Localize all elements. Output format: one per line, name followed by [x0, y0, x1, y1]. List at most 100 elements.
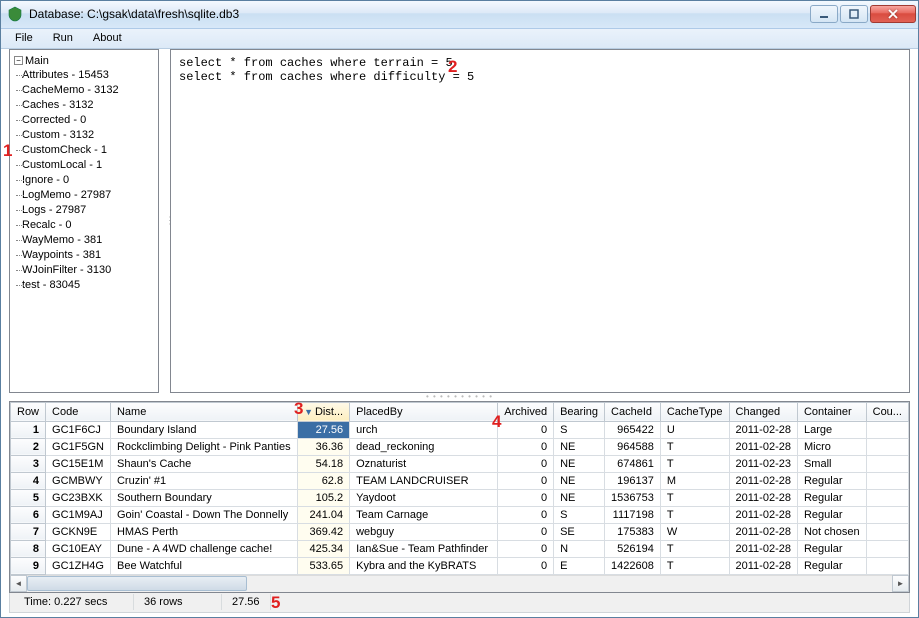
cell[interactable]: T	[660, 489, 729, 506]
cell[interactable]: 0	[498, 421, 554, 438]
cell[interactable]: Shaun's Cache	[110, 455, 297, 472]
cell[interactable]: GC1F5GN	[46, 438, 111, 455]
cell[interactable]: Team Carnage	[350, 506, 498, 523]
titlebar[interactable]: Database: C:\gsak\data\fresh\sqlite.db3	[1, 1, 918, 29]
tree-item[interactable]: CustomCheck - 1	[18, 143, 156, 158]
cell[interactable]: 3	[11, 455, 46, 472]
cell[interactable]	[866, 455, 908, 472]
cell[interactable]: Goin' Coastal - Down The Donnelly	[110, 506, 297, 523]
cell[interactable]: S	[554, 421, 605, 438]
cell[interactable]: 965422	[605, 421, 661, 438]
cell[interactable]: 964588	[605, 438, 661, 455]
cell[interactable]: 2011-02-28	[729, 506, 797, 523]
cell[interactable]: 36.36	[298, 438, 350, 455]
cell[interactable]: 0	[498, 489, 554, 506]
horizontal-scrollbar[interactable]: ◄ ►	[10, 575, 909, 592]
col-changed[interactable]: Changed	[729, 402, 797, 421]
tree-item[interactable]: Logs - 27987	[18, 203, 156, 218]
cell[interactable]: NE	[554, 455, 605, 472]
cell[interactable]: 0	[498, 472, 554, 489]
scroll-track[interactable]	[27, 575, 892, 592]
cell[interactable]: Cruzin' #1	[110, 472, 297, 489]
cell[interactable]: Ian&Sue - Team Pathfinder	[350, 540, 498, 557]
cell[interactable]: Not chosen	[797, 523, 866, 540]
cell[interactable]: GC15E1M	[46, 455, 111, 472]
cell[interactable]: dead_reckoning	[350, 438, 498, 455]
cell[interactable]: E	[554, 557, 605, 574]
cell[interactable]	[866, 557, 908, 574]
col-name[interactable]: Name	[110, 402, 297, 421]
table-row[interactable]: 9GC1ZH4GBee Watchful533.65Kybra and the …	[11, 557, 909, 574]
tree-item[interactable]: Waypoints - 381	[18, 248, 156, 263]
table-row[interactable]: 2GC1F5GNRockclimbing Delight - Pink Pant…	[11, 438, 909, 455]
cell[interactable]: 241.04	[298, 506, 350, 523]
cell[interactable]: T	[660, 455, 729, 472]
cell[interactable]: webguy	[350, 523, 498, 540]
cell[interactable]: 105.2	[298, 489, 350, 506]
cell[interactable]: 1536753	[605, 489, 661, 506]
cell[interactable]	[866, 506, 908, 523]
cell[interactable]: T	[660, 506, 729, 523]
cell[interactable]: T	[660, 557, 729, 574]
cell[interactable]: GC1M9AJ	[46, 506, 111, 523]
cell[interactable]: 533.65	[298, 557, 350, 574]
cell[interactable]: 54.18	[298, 455, 350, 472]
cell[interactable]: 0	[498, 506, 554, 523]
col-cachetype[interactable]: CacheType	[660, 402, 729, 421]
cell[interactable]: Large	[797, 421, 866, 438]
tree-item[interactable]: WJoinFilter - 3130	[18, 263, 156, 278]
tree-pane[interactable]: − Main Attributes - 15453CacheMemo - 313…	[9, 49, 159, 393]
cell[interactable]	[866, 523, 908, 540]
cell[interactable]: M	[660, 472, 729, 489]
tree-item[interactable]: Caches - 3132	[18, 98, 156, 113]
col-cou[interactable]: Cou...	[866, 402, 908, 421]
cell[interactable]: GC1F6CJ	[46, 421, 111, 438]
table-row[interactable]: 4GCMBWYCruzin' #162.8TEAM LANDCRUISER0NE…	[11, 472, 909, 489]
sql-editor[interactable]: select * from caches where terrain = 5 s…	[170, 49, 910, 393]
cell[interactable]: 2011-02-28	[729, 557, 797, 574]
cell[interactable]: Rockclimbing Delight - Pink Panties	[110, 438, 297, 455]
cell[interactable]: 9	[11, 557, 46, 574]
cell[interactable]: 2011-02-28	[729, 438, 797, 455]
col-container[interactable]: Container	[797, 402, 866, 421]
grid-scroll[interactable]: Row Code Name ▼Dist... PlacedBy Archived…	[10, 402, 909, 575]
cell[interactable]: 425.34	[298, 540, 350, 557]
cell[interactable]: HMAS Perth	[110, 523, 297, 540]
cell[interactable]: 5	[11, 489, 46, 506]
cell[interactable]: 27.56	[298, 421, 350, 438]
tree-item[interactable]: CustomLocal - 1	[18, 158, 156, 173]
cell[interactable]: 175383	[605, 523, 661, 540]
tree-item[interactable]: test - 83045	[18, 278, 156, 293]
col-archived[interactable]: Archived	[498, 402, 554, 421]
cell[interactable]: urch	[350, 421, 498, 438]
scroll-thumb[interactable]	[27, 576, 247, 591]
cell[interactable]: 8	[11, 540, 46, 557]
scroll-left-button[interactable]: ◄	[10, 575, 27, 592]
tree-item[interactable]: Custom - 3132	[18, 128, 156, 143]
cell[interactable]: GC10EAY	[46, 540, 111, 557]
cell[interactable]: 7	[11, 523, 46, 540]
menu-file[interactable]: File	[5, 29, 43, 47]
cell[interactable]: Regular	[797, 472, 866, 489]
cell[interactable]: Micro	[797, 438, 866, 455]
tree-item[interactable]: Attributes - 15453	[18, 68, 156, 83]
cell[interactable]	[866, 421, 908, 438]
cell[interactable]: 2011-02-28	[729, 472, 797, 489]
cell[interactable]: GC23BXK	[46, 489, 111, 506]
table-row[interactable]: 5GC23BXKSouthern Boundary105.2Yaydoot0NE…	[11, 489, 909, 506]
cell[interactable]: W	[660, 523, 729, 540]
cell[interactable]: 1117198	[605, 506, 661, 523]
cell[interactable]: NE	[554, 438, 605, 455]
col-placedby[interactable]: PlacedBy	[350, 402, 498, 421]
cell[interactable]: 674861	[605, 455, 661, 472]
cell[interactable]	[866, 472, 908, 489]
cell[interactable]: 2011-02-28	[729, 540, 797, 557]
col-code[interactable]: Code	[46, 402, 111, 421]
cell[interactable]: Boundary Island	[110, 421, 297, 438]
cell[interactable]: 0	[498, 540, 554, 557]
cell[interactable]	[866, 438, 908, 455]
cell[interactable]: S	[554, 506, 605, 523]
col-cacheid[interactable]: CacheId	[605, 402, 661, 421]
cell[interactable]: Kybra and the KyBRATS	[350, 557, 498, 574]
scroll-right-button[interactable]: ►	[892, 575, 909, 592]
